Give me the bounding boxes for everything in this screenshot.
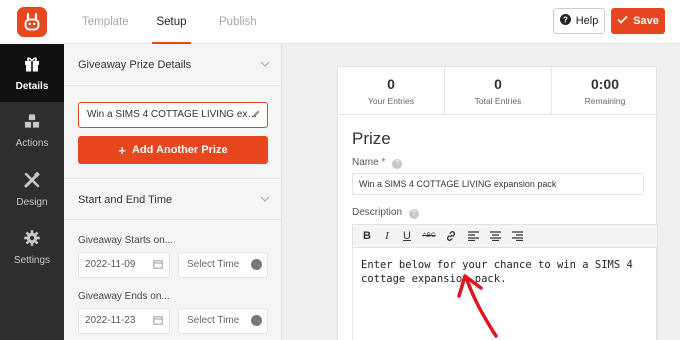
start-date-input[interactable]: 2022-11-09 xyxy=(78,252,170,278)
start-end-time-section-header[interactable]: Start and End Time xyxy=(64,178,282,220)
end-time-input[interactable]: Select Time xyxy=(178,308,268,334)
design-tools-icon xyxy=(23,171,41,192)
nav-label-settings: Settings xyxy=(13,254,51,266)
preview-area: 0 Your Entries 0 Total Entries 0:00 Rema… xyxy=(282,44,680,340)
calendar-icon xyxy=(153,309,163,333)
chevron-down-icon xyxy=(260,44,270,86)
gift-icon xyxy=(23,55,41,76)
plus-icon: + xyxy=(118,142,127,158)
prize-name-value: Win a SIMS 4 COTTAGE LIVING ex… xyxy=(87,109,258,120)
nav-item-details[interactable]: Details xyxy=(0,44,64,102)
giveaway-preview-card: 0 Your Entries 0 Total Entries 0:00 Rema… xyxy=(337,66,658,340)
nav-label-design: Design xyxy=(16,196,48,208)
settings-panel: Giveaway Prize Details Win a SIMS 4 COTT… xyxy=(64,44,282,340)
help-tooltip-icon[interactable]: ? xyxy=(408,209,419,219)
nav-item-settings[interactable]: Settings xyxy=(0,218,64,276)
total-entries-label: Total Entries xyxy=(474,96,522,106)
required-mark: * xyxy=(381,157,386,168)
prize-name-field[interactable]: Win a SIMS 4 COTTAGE LIVING ex… xyxy=(78,102,268,128)
align-left-icon[interactable] xyxy=(463,225,483,247)
question-circle-icon: ? xyxy=(559,14,571,28)
link-icon[interactable] xyxy=(441,225,461,247)
svg-text:?: ? xyxy=(563,15,568,24)
start-date-value: 2022-11-09 xyxy=(85,259,136,270)
save-label: Save xyxy=(633,15,659,27)
nav-label-details: Details xyxy=(15,80,49,92)
description-label-text: Description xyxy=(352,207,403,218)
chevron-down-icon xyxy=(260,179,270,221)
cubes-icon xyxy=(23,113,41,133)
nav-item-actions[interactable]: Actions xyxy=(0,102,64,160)
align-center-icon[interactable] xyxy=(485,225,505,247)
rabbit-logo-icon xyxy=(17,7,47,37)
start-end-time-title: Start and End Time xyxy=(78,194,173,206)
prize-heading: Prize xyxy=(352,129,391,148)
entry-stats: 0 Your Entries 0 Total Entries 0:00 Rema… xyxy=(338,67,658,115)
strikethrough-button[interactable]: ABC xyxy=(419,225,439,247)
tab-setup[interactable]: Setup xyxy=(152,0,191,44)
stat-your-entries: 0 Your Entries xyxy=(338,67,444,115)
end-time-placeholder: Select Time xyxy=(187,315,240,326)
left-nav: Details Actions Design Settings xyxy=(0,44,64,340)
gear-icon xyxy=(23,229,41,250)
prize-name-input[interactable]: Win a SIMS 4 COTTAGE LIVING expansion pa… xyxy=(352,173,644,195)
description-editor[interactable]: Enter below for your chance to win a SIM… xyxy=(352,248,658,340)
name-label: Name * ? xyxy=(352,157,403,169)
help-tooltip-icon[interactable]: ? xyxy=(392,159,403,169)
save-button[interactable]: Save xyxy=(611,8,665,34)
top-bar: Template Setup Publish ? Help Save xyxy=(0,0,680,44)
pencil-icon[interactable] xyxy=(251,103,261,127)
underline-button[interactable]: U xyxy=(397,225,417,247)
remaining-value: 0:00 xyxy=(590,76,620,92)
name-label-text: Name xyxy=(352,157,379,168)
end-date-input[interactable]: 2022-11-23 xyxy=(78,308,170,334)
start-time-placeholder: Select Time xyxy=(187,259,240,270)
ends-on-label: Giveaway Ends on... xyxy=(78,291,170,302)
add-another-prize-button[interactable]: + Add Another Prize xyxy=(78,136,268,164)
italic-button[interactable]: I xyxy=(377,225,397,247)
calendar-icon xyxy=(153,253,163,277)
tab-template[interactable]: Template xyxy=(82,0,129,44)
app-logo[interactable] xyxy=(0,0,64,44)
help-label: Help xyxy=(575,15,599,27)
add-prize-label: Add Another Prize xyxy=(132,144,228,156)
start-time-input[interactable]: Select Time xyxy=(178,252,268,278)
remaining-label: Remaining xyxy=(584,96,626,106)
your-entries-value: 0 xyxy=(387,76,395,92)
end-date-value: 2022-11-23 xyxy=(85,315,136,326)
tab-setup-label: Setup xyxy=(156,16,187,28)
checkmark-icon xyxy=(617,15,628,27)
total-entries-value: 0 xyxy=(494,76,502,92)
starts-on-label: Giveaway Starts on... xyxy=(78,235,174,246)
editor-toolbar: B I U ABC xyxy=(352,224,658,248)
stat-remaining: 0:00 Remaining xyxy=(552,67,658,115)
prize-details-title: Giveaway Prize Details xyxy=(78,59,192,71)
bold-button[interactable]: B xyxy=(357,225,377,247)
clock-icon xyxy=(251,259,262,270)
description-label: Description ? xyxy=(352,207,419,219)
nav-item-design[interactable]: Design xyxy=(0,160,64,218)
your-entries-label: Your Entries xyxy=(368,96,414,106)
tab-publish[interactable]: Publish xyxy=(219,0,257,44)
align-right-icon[interactable] xyxy=(507,225,527,247)
nav-label-actions: Actions xyxy=(15,138,49,149)
prize-details-section-header[interactable]: Giveaway Prize Details xyxy=(64,44,282,86)
clock-icon xyxy=(251,315,262,326)
help-button[interactable]: ? Help xyxy=(553,8,605,34)
stat-total-entries: 0 Total Entries xyxy=(445,67,551,115)
